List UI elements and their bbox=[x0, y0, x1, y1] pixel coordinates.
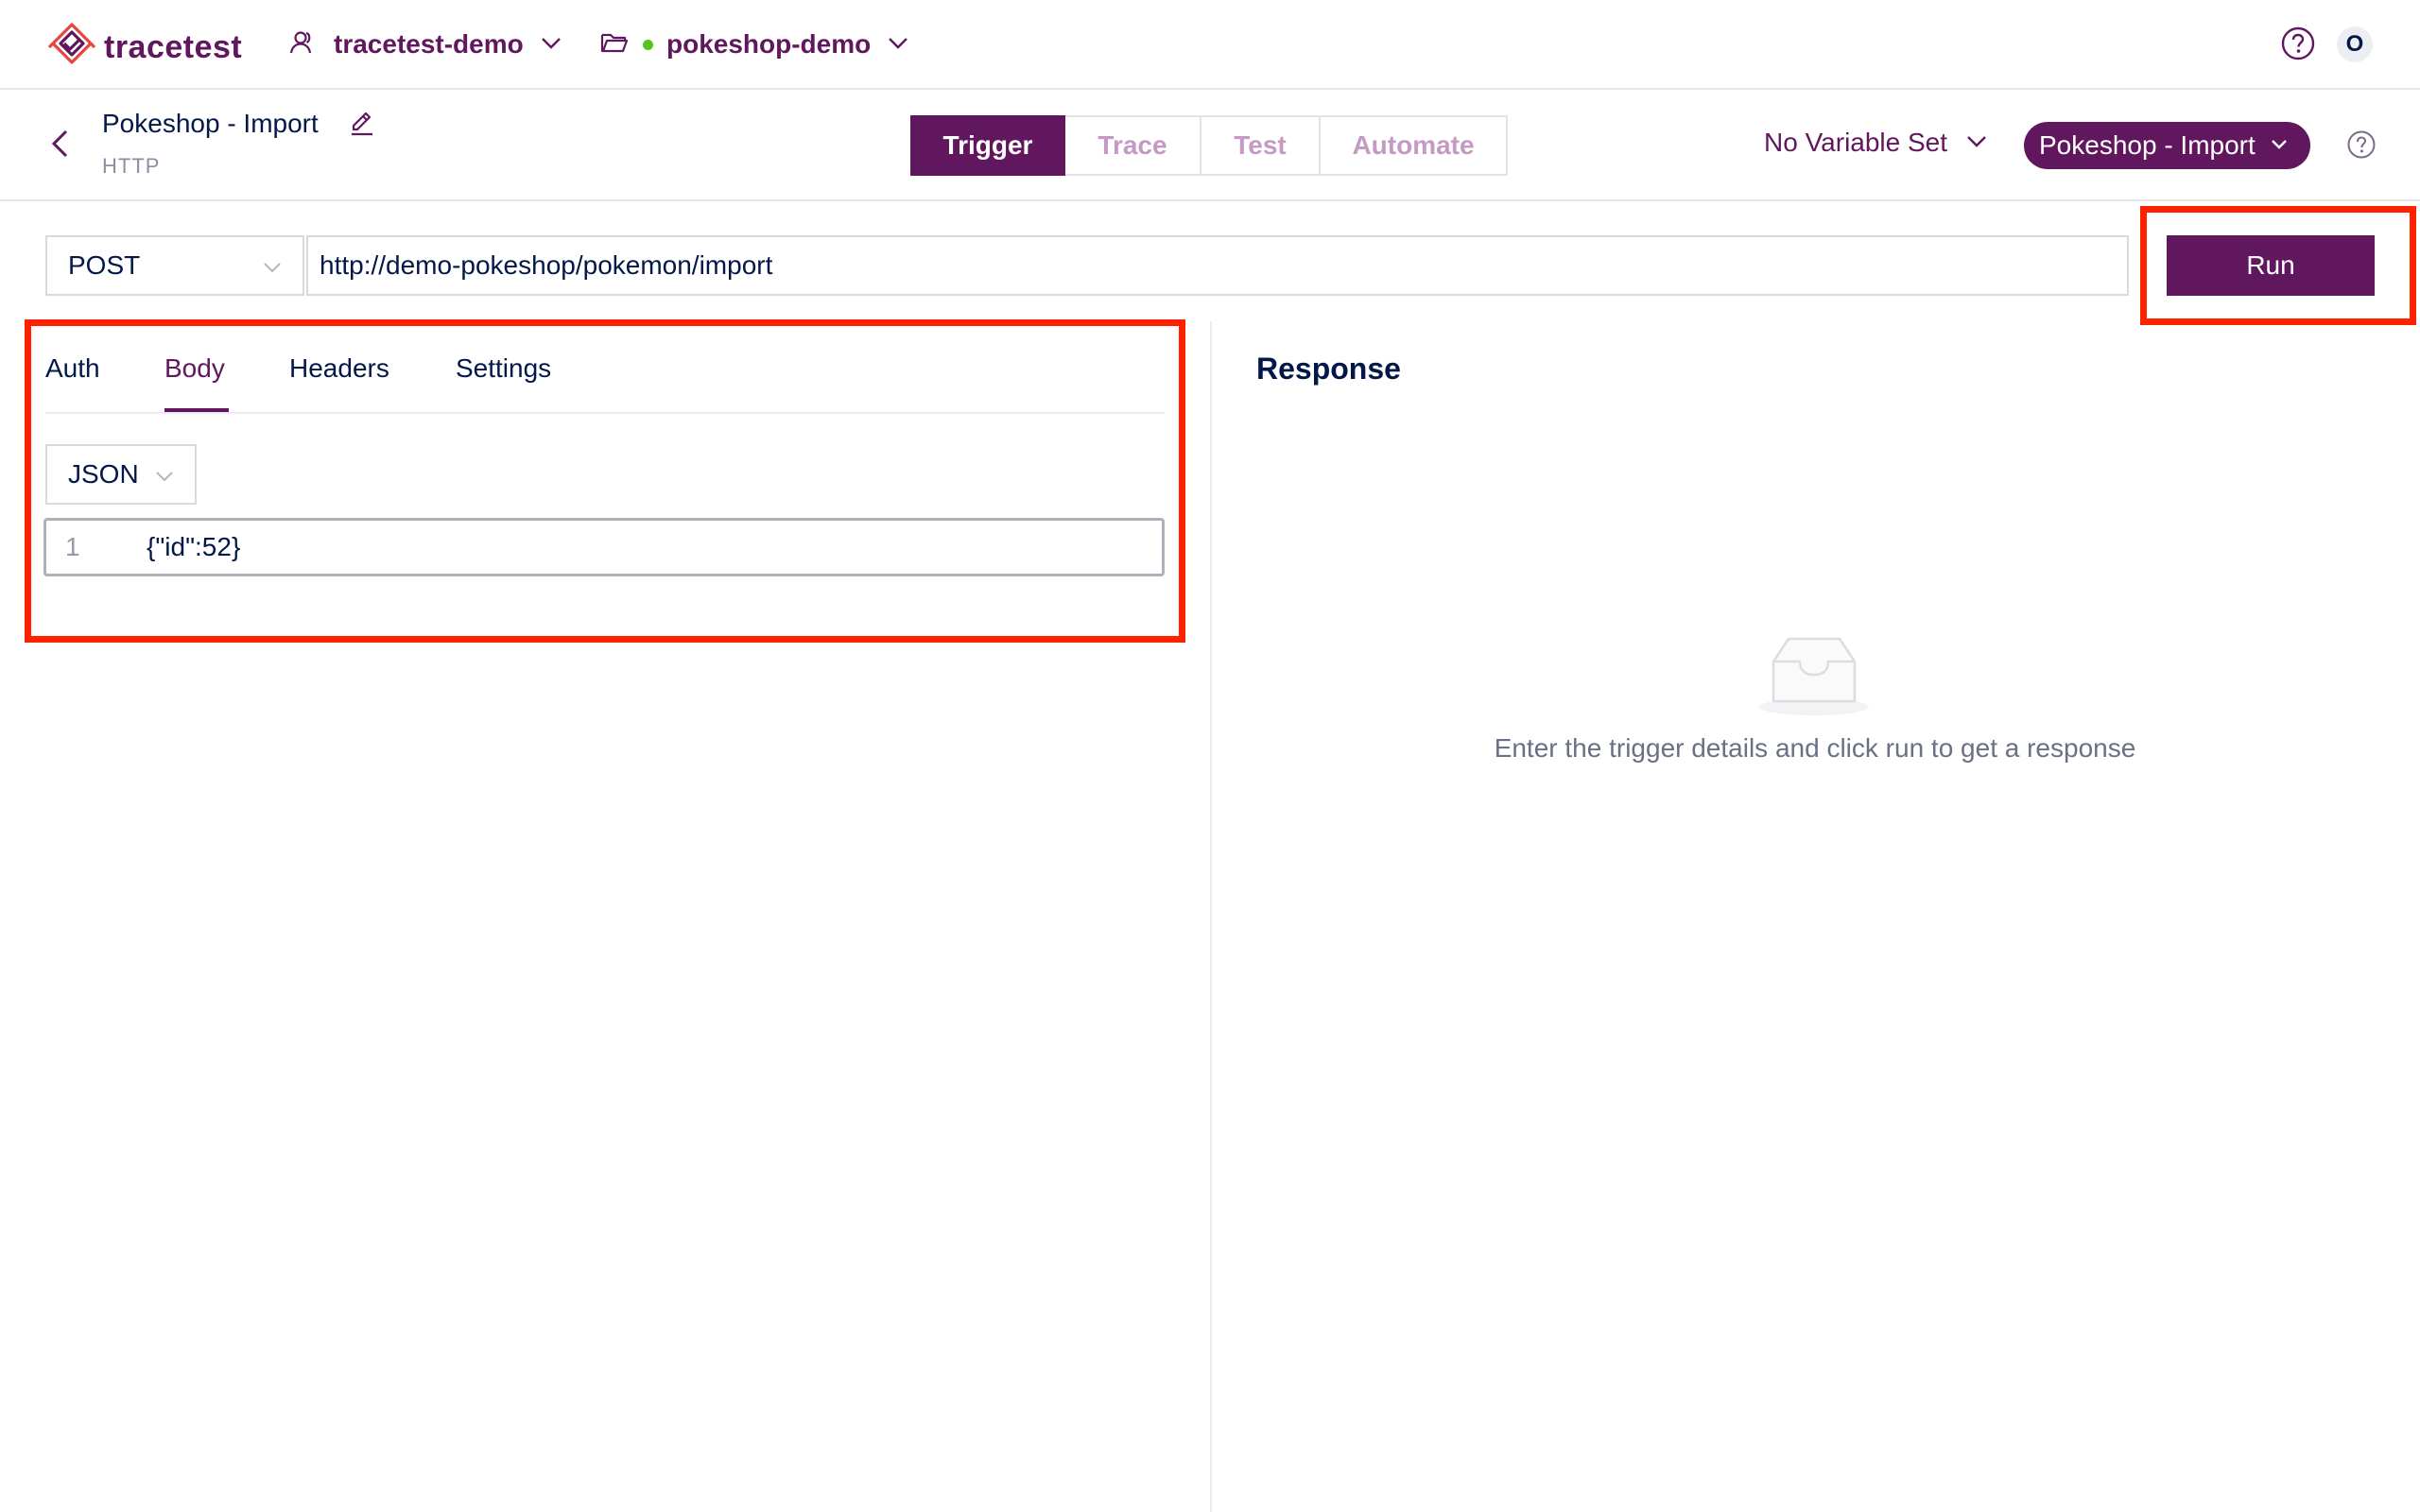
tab-settings[interactable]: Settings bbox=[456, 353, 551, 384]
content-type-value: JSON bbox=[68, 459, 139, 489]
test-header: Pokeshop - Import HTTP Trigger Trace Tes… bbox=[0, 90, 2420, 201]
environment-selector[interactable]: pokeshop-demo bbox=[599, 25, 910, 64]
chevron-down-icon bbox=[153, 464, 176, 494]
content-type-select[interactable]: JSON bbox=[45, 444, 197, 505]
tab-auth[interactable]: Auth bbox=[45, 353, 100, 384]
tab-trigger[interactable]: Trigger bbox=[910, 115, 1065, 176]
organization-name: tracetest-demo bbox=[334, 29, 524, 59]
help-icon[interactable] bbox=[2280, 26, 2316, 66]
tab-test[interactable]: Test bbox=[1201, 115, 1321, 176]
folder-open-icon bbox=[599, 27, 630, 62]
top-navigation: tracetest tracetest-demo pokeshop-demo O bbox=[0, 0, 2420, 90]
chevron-down-icon bbox=[2269, 130, 2290, 161]
test-title: Pokeshop - Import bbox=[102, 109, 319, 138]
http-method-select[interactable]: POST bbox=[45, 235, 304, 296]
tab-automate[interactable]: Automate bbox=[1321, 115, 1508, 176]
mode-tabs: Trigger Trace Test Automate bbox=[910, 115, 1508, 176]
empty-response-message: Enter the trigger details and click run … bbox=[1494, 733, 2136, 763]
response-title: Response bbox=[1256, 352, 1401, 386]
code-line: {"id":52} bbox=[147, 532, 241, 561]
body-code-editor[interactable]: 1 {"id":52} bbox=[43, 518, 1165, 576]
tab-trace[interactable]: Trace bbox=[1065, 115, 1201, 176]
panel-divider[interactable] bbox=[1210, 321, 1212, 1512]
user-avatar[interactable]: O bbox=[2337, 26, 2373, 62]
environment-name: pokeshop-demo bbox=[666, 29, 872, 59]
edit-pencil-icon[interactable] bbox=[348, 109, 376, 142]
test-selector-dropdown[interactable]: Pokeshop - Import bbox=[2024, 122, 2310, 169]
test-selector-label: Pokeshop - Import bbox=[2039, 130, 2256, 160]
user-icon bbox=[288, 28, 317, 61]
variable-set-label: No Variable Set bbox=[1764, 128, 1948, 157]
organization-selector[interactable]: tracetest-demo bbox=[288, 25, 563, 64]
chevron-down-icon bbox=[886, 30, 910, 60]
back-arrow-icon[interactable] bbox=[47, 128, 74, 164]
http-method-value: POST bbox=[68, 250, 141, 280]
empty-inbox-icon bbox=[1753, 633, 1876, 723]
chevron-down-icon bbox=[1964, 129, 1989, 158]
active-tab-indicator bbox=[164, 408, 229, 412]
help-icon[interactable] bbox=[2346, 129, 2377, 164]
environment-status-dot bbox=[643, 39, 653, 50]
tab-headers[interactable]: Headers bbox=[289, 353, 389, 384]
line-number: 1 bbox=[65, 532, 80, 561]
test-type-label: HTTP bbox=[102, 154, 161, 178]
brand-name: tracetest bbox=[104, 29, 243, 65]
url-input[interactable] bbox=[306, 235, 2129, 296]
run-button[interactable]: Run bbox=[2167, 235, 2375, 296]
variable-set-selector[interactable]: No Variable Set bbox=[1764, 128, 1989, 158]
tab-body[interactable]: Body bbox=[164, 353, 225, 384]
chevron-down-icon bbox=[539, 30, 563, 60]
request-tabs: Auth Body Headers Settings bbox=[45, 346, 1165, 414]
brand-logo[interactable]: tracetest bbox=[45, 19, 242, 77]
tracetest-logo-icon bbox=[45, 19, 98, 77]
chevron-down-icon bbox=[261, 255, 284, 285]
